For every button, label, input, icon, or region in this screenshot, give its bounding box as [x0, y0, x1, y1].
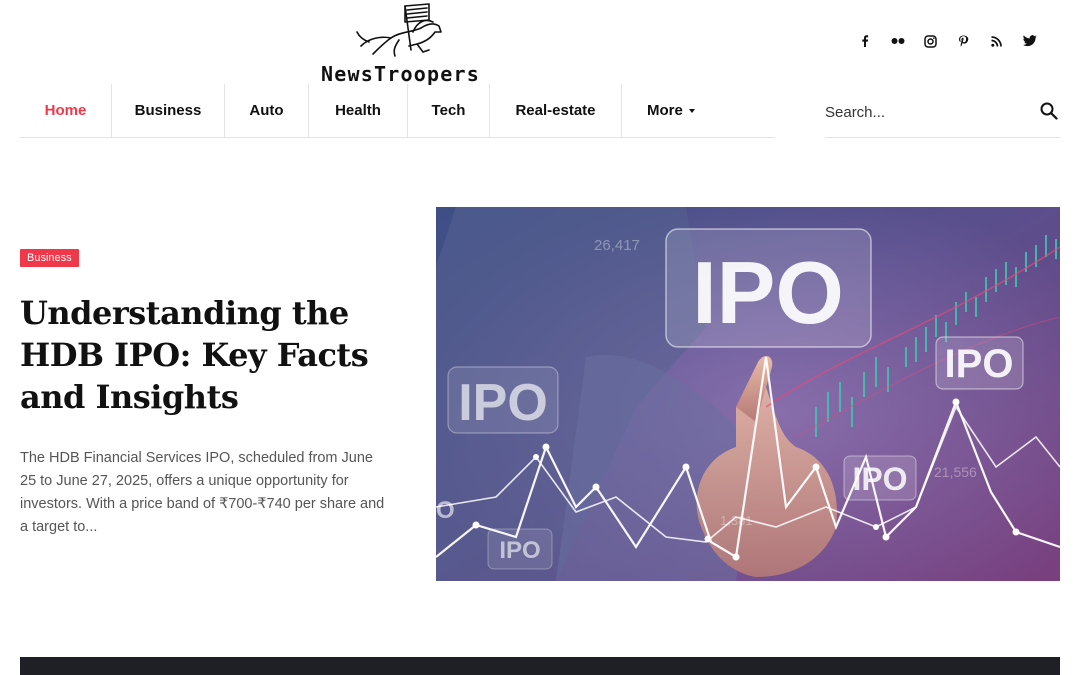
flickr-icon[interactable]	[881, 31, 914, 51]
logo-horse-icon	[356, 3, 442, 57]
article-hero-image[interactable]: IPO IPO IPO IPO IPO O 26,417 21,556 1,38…	[436, 207, 1060, 581]
image-number-mid: 1,381	[720, 513, 753, 528]
nav-item-more[interactable]: More	[622, 84, 775, 137]
section-bar	[20, 657, 1060, 675]
image-number-right: 21,556	[934, 464, 977, 480]
facebook-icon[interactable]	[848, 31, 881, 51]
pinterest-icon[interactable]	[947, 31, 980, 51]
instagram-icon[interactable]	[914, 31, 947, 51]
logo-wordmark: NewsTroopers	[321, 62, 480, 86]
ipo-label-main: IPO	[692, 243, 844, 342]
ipo-label-right: IPO	[945, 342, 1014, 386]
image-number-top: 26,417	[594, 237, 640, 254]
nav-item-health[interactable]: Health	[309, 84, 408, 137]
ipo-label-edge: O	[436, 497, 455, 524]
nav-item-more-label: More	[647, 102, 683, 119]
nav-item-business[interactable]: Business	[112, 84, 225, 137]
ipo-label-bottom: IPO	[499, 537, 540, 564]
site-logo[interactable]: NewsTroopers	[300, 0, 500, 88]
search-icon[interactable]	[1040, 102, 1060, 122]
article-title[interactable]: Understanding the HDB IPO: Key Facts and…	[20, 292, 400, 418]
nav-item-tech[interactable]: Tech	[408, 84, 490, 137]
nav-item-home[interactable]: Home	[20, 84, 112, 137]
category-badge[interactable]: Business	[20, 249, 79, 267]
social-links	[848, 31, 1046, 51]
rss-icon[interactable]	[980, 31, 1013, 51]
ipo-label-left: IPO	[458, 374, 548, 432]
twitter-icon[interactable]	[1013, 31, 1046, 51]
caret-down-icon	[688, 108, 695, 113]
ipo-label-mid: IPO	[852, 461, 907, 497]
article-excerpt: The HDB Financial Services IPO, schedule…	[20, 450, 385, 535]
nav-item-real-estate[interactable]: Real-estate	[490, 84, 622, 137]
main-nav: Home Business Auto Health Tech Real-esta…	[20, 84, 775, 138]
nav-item-auto[interactable]: Auto	[225, 84, 309, 137]
search-input[interactable]	[825, 100, 1025, 124]
search-box	[825, 94, 1060, 138]
